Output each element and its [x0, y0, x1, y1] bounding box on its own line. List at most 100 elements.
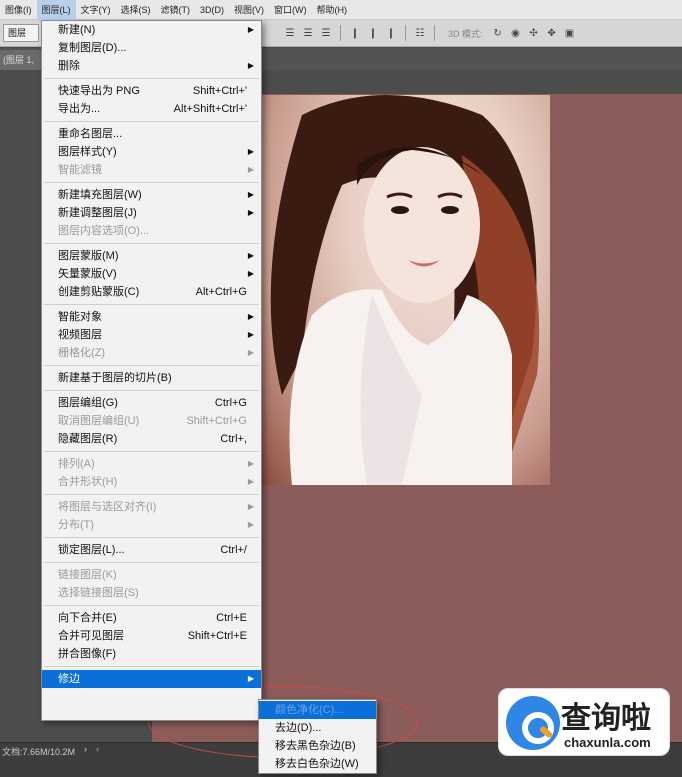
menu-item-label: 导出为...	[58, 103, 101, 115]
menu-item-label: 将图层与选区对齐(I)	[58, 501, 157, 513]
menu-item[interactable]: 视频图层 ▶	[42, 326, 261, 344]
menu-item[interactable]: 新建调整图层(J) ▶	[42, 204, 261, 222]
layer-menu: 新建(N) ▶ 复制图层(D)... 删除 ▶ 快速导出为 PNG Shift+Ctrl+'…	[41, 20, 262, 721]
menu-separator	[44, 451, 259, 452]
3d-mode-label: 3D 模式:	[448, 28, 483, 39]
menubar-item[interactable]: 文字(Y)	[76, 0, 116, 20]
menu-item[interactable]: 图层编组(G) Ctrl+G	[42, 394, 261, 412]
menu-item: 图层内容选项(O)...	[42, 222, 261, 240]
menu-item-label: 重命名图层...	[58, 128, 123, 140]
align-hcenter-icon[interactable]: ❙	[366, 26, 380, 40]
menubar-item[interactable]: 图层(L)	[36, 0, 76, 20]
menu-item-label: 图层内容选项(O)...	[58, 225, 150, 237]
menu-item[interactable]: 新建(N) ▶	[42, 21, 261, 39]
menu-item-label: 向下合并(E)	[58, 612, 117, 624]
menu-item[interactable]: 创建剪贴蒙版(C) Alt+Ctrl+G	[42, 283, 261, 301]
menu-item[interactable]: 快速导出为 PNG Shift+Ctrl+'	[42, 82, 261, 100]
menu-item[interactable]: 锁定图层(L)... Ctrl+/	[42, 541, 261, 559]
menu-item-label: 快速导出为 PNG	[58, 85, 140, 97]
menu-item[interactable]: 矢量蒙版(V) ▶	[42, 265, 261, 283]
menu-item[interactable]: 新建填充图层(W) ▶	[42, 186, 261, 204]
menu-separator	[44, 390, 259, 391]
auto-select-dropdown[interactable]: 图层	[3, 24, 39, 42]
menu-separator	[44, 494, 259, 495]
menu-separator	[44, 121, 259, 122]
submenu-arrow-icon: ▶	[247, 147, 254, 156]
3d-drag-icon[interactable]: ✣	[527, 26, 541, 40]
menu-item-label: 分布(T)	[58, 519, 95, 531]
submenu-arrow-icon: ▶	[247, 459, 254, 468]
submenu-arrow-icon: ▶	[247, 269, 254, 278]
menu-item[interactable]: 向下合并(E) Ctrl+E	[42, 609, 261, 627]
menu-item: 分布(T) ▶	[42, 516, 261, 534]
menubar-item[interactable]: 选择(S)	[116, 0, 156, 20]
portrait-illustration	[270, 95, 540, 485]
portrait-photo	[262, 95, 550, 485]
3d-roll-icon[interactable]: ◉	[509, 26, 523, 40]
distribute-icon[interactable]: ☷	[413, 26, 427, 40]
menu-item: 合并形状(H) ▶	[42, 473, 261, 491]
menu-separator	[44, 605, 259, 606]
menu-item[interactable]: 复制图层(D)...	[42, 39, 261, 57]
menu-item-label: 图层样式(Y)	[58, 146, 117, 158]
submenu-item[interactable]: 颜色净化(C)...	[259, 701, 376, 719]
menu-item[interactable]: 智能对象 ▶	[42, 308, 261, 326]
submenu-item[interactable]: 去边(D)...	[259, 719, 376, 737]
menu-item-shortcut: Shift+Ctrl+E	[187, 630, 247, 642]
menu-separator	[44, 243, 259, 244]
menu-item-label: 视频图层	[58, 329, 102, 341]
menubar-item[interactable]: 图像(I)	[0, 0, 37, 20]
menu-item-label: 智能对象	[58, 311, 102, 323]
menu-item-label: 新建(N)	[58, 24, 96, 36]
menu-bar: 图像(I) 图层(L) 文字(Y) 选择(S) 滤镜(T) 3D(D) 视图(V) 窗口(W)…	[0, 0, 682, 20]
menu-item-label: 栅格化(Z)	[58, 347, 106, 359]
menu-item-shortcut: Ctrl+G	[214, 397, 247, 409]
menubar-item[interactable]: 视图(V)	[229, 0, 269, 20]
menu-item: 链接图层(K)	[42, 566, 261, 584]
3d-rotate-icon[interactable]: ↻	[491, 26, 505, 40]
menu-item-label: 锁定图层(L)...	[58, 544, 125, 556]
menu-item-label: 合并可见图层	[58, 630, 124, 642]
menu-item[interactable]: 合并可见图层 Shift+Ctrl+E	[42, 627, 261, 645]
menubar-item[interactable]: 3D(D)	[195, 0, 229, 20]
menu-item-label: 矢量蒙版(V)	[58, 268, 117, 280]
submenu-arrow-icon: ▶	[247, 502, 254, 511]
align-bottom-icon[interactable]: ☰	[319, 26, 333, 40]
status-menu-arrow-icon[interactable]: ›	[84, 744, 87, 754]
3d-slide-icon[interactable]: ✥	[545, 26, 559, 40]
align-top-icon[interactable]: ☰	[283, 26, 297, 40]
scroll-left-icon[interactable]: ‹	[96, 744, 99, 754]
menu-item-shortcut: Alt+Shift+Ctrl+'	[173, 103, 247, 115]
menu-item-label: 新建调整图层(J)	[58, 207, 137, 219]
menubar-item[interactable]: 帮助(H)	[312, 0, 353, 20]
menu-separator	[44, 537, 259, 538]
menu-item-label: 新建填充图层(W)	[58, 189, 142, 201]
submenu-arrow-icon: ▶	[247, 251, 254, 260]
menu-item[interactable]: 隐藏图层(R) Ctrl+,	[42, 430, 261, 448]
menu-item-label: 选择链接图层(S)	[58, 587, 139, 599]
menubar-item[interactable]: 滤镜(T)	[156, 0, 196, 20]
submenu-item[interactable]: 移去白色杂边(W)	[259, 755, 376, 773]
menu-item-label: 合并形状(H)	[58, 476, 118, 488]
submenu-arrow-icon: ▶	[247, 312, 254, 321]
submenu-arrow-icon: ▶	[247, 208, 254, 217]
submenu-item[interactable]: 移去黑色杂边(B)	[259, 737, 376, 755]
menu-item[interactable]: 图层蒙版(M) ▶	[42, 247, 261, 265]
3d-scale-icon[interactable]: ▣	[563, 26, 577, 40]
doc-size-readout: 文档:7.66M/10.2M	[2, 747, 76, 757]
align-right-icon[interactable]: ❙	[384, 26, 398, 40]
menu-item[interactable]: 删除 ▶	[42, 57, 261, 75]
menu-item[interactable]: 重命名图层...	[42, 125, 261, 143]
menu-item[interactable]: 新建基于图层的切片(B)	[42, 369, 261, 387]
menu-item-label: 取消图层编组(U)	[58, 415, 140, 427]
menu-item-shortcut: Ctrl+E	[216, 612, 247, 624]
menubar-item[interactable]: 窗口(W)	[269, 0, 312, 20]
align-left-icon[interactable]: ❙	[348, 26, 362, 40]
menu-item[interactable]: 拼合图像(F)	[42, 645, 261, 663]
menu-item[interactable]: 修边 ▶	[42, 670, 261, 688]
align-vcenter-icon[interactable]: ☰	[301, 26, 315, 40]
menu-item-label: 链接图层(K)	[58, 569, 117, 581]
menu-item[interactable]: 导出为... Alt+Shift+Ctrl+'	[42, 100, 261, 118]
menu-item[interactable]: 图层样式(Y) ▶	[42, 143, 261, 161]
menu-item-label: 新建基于图层的切片(B)	[58, 372, 172, 384]
